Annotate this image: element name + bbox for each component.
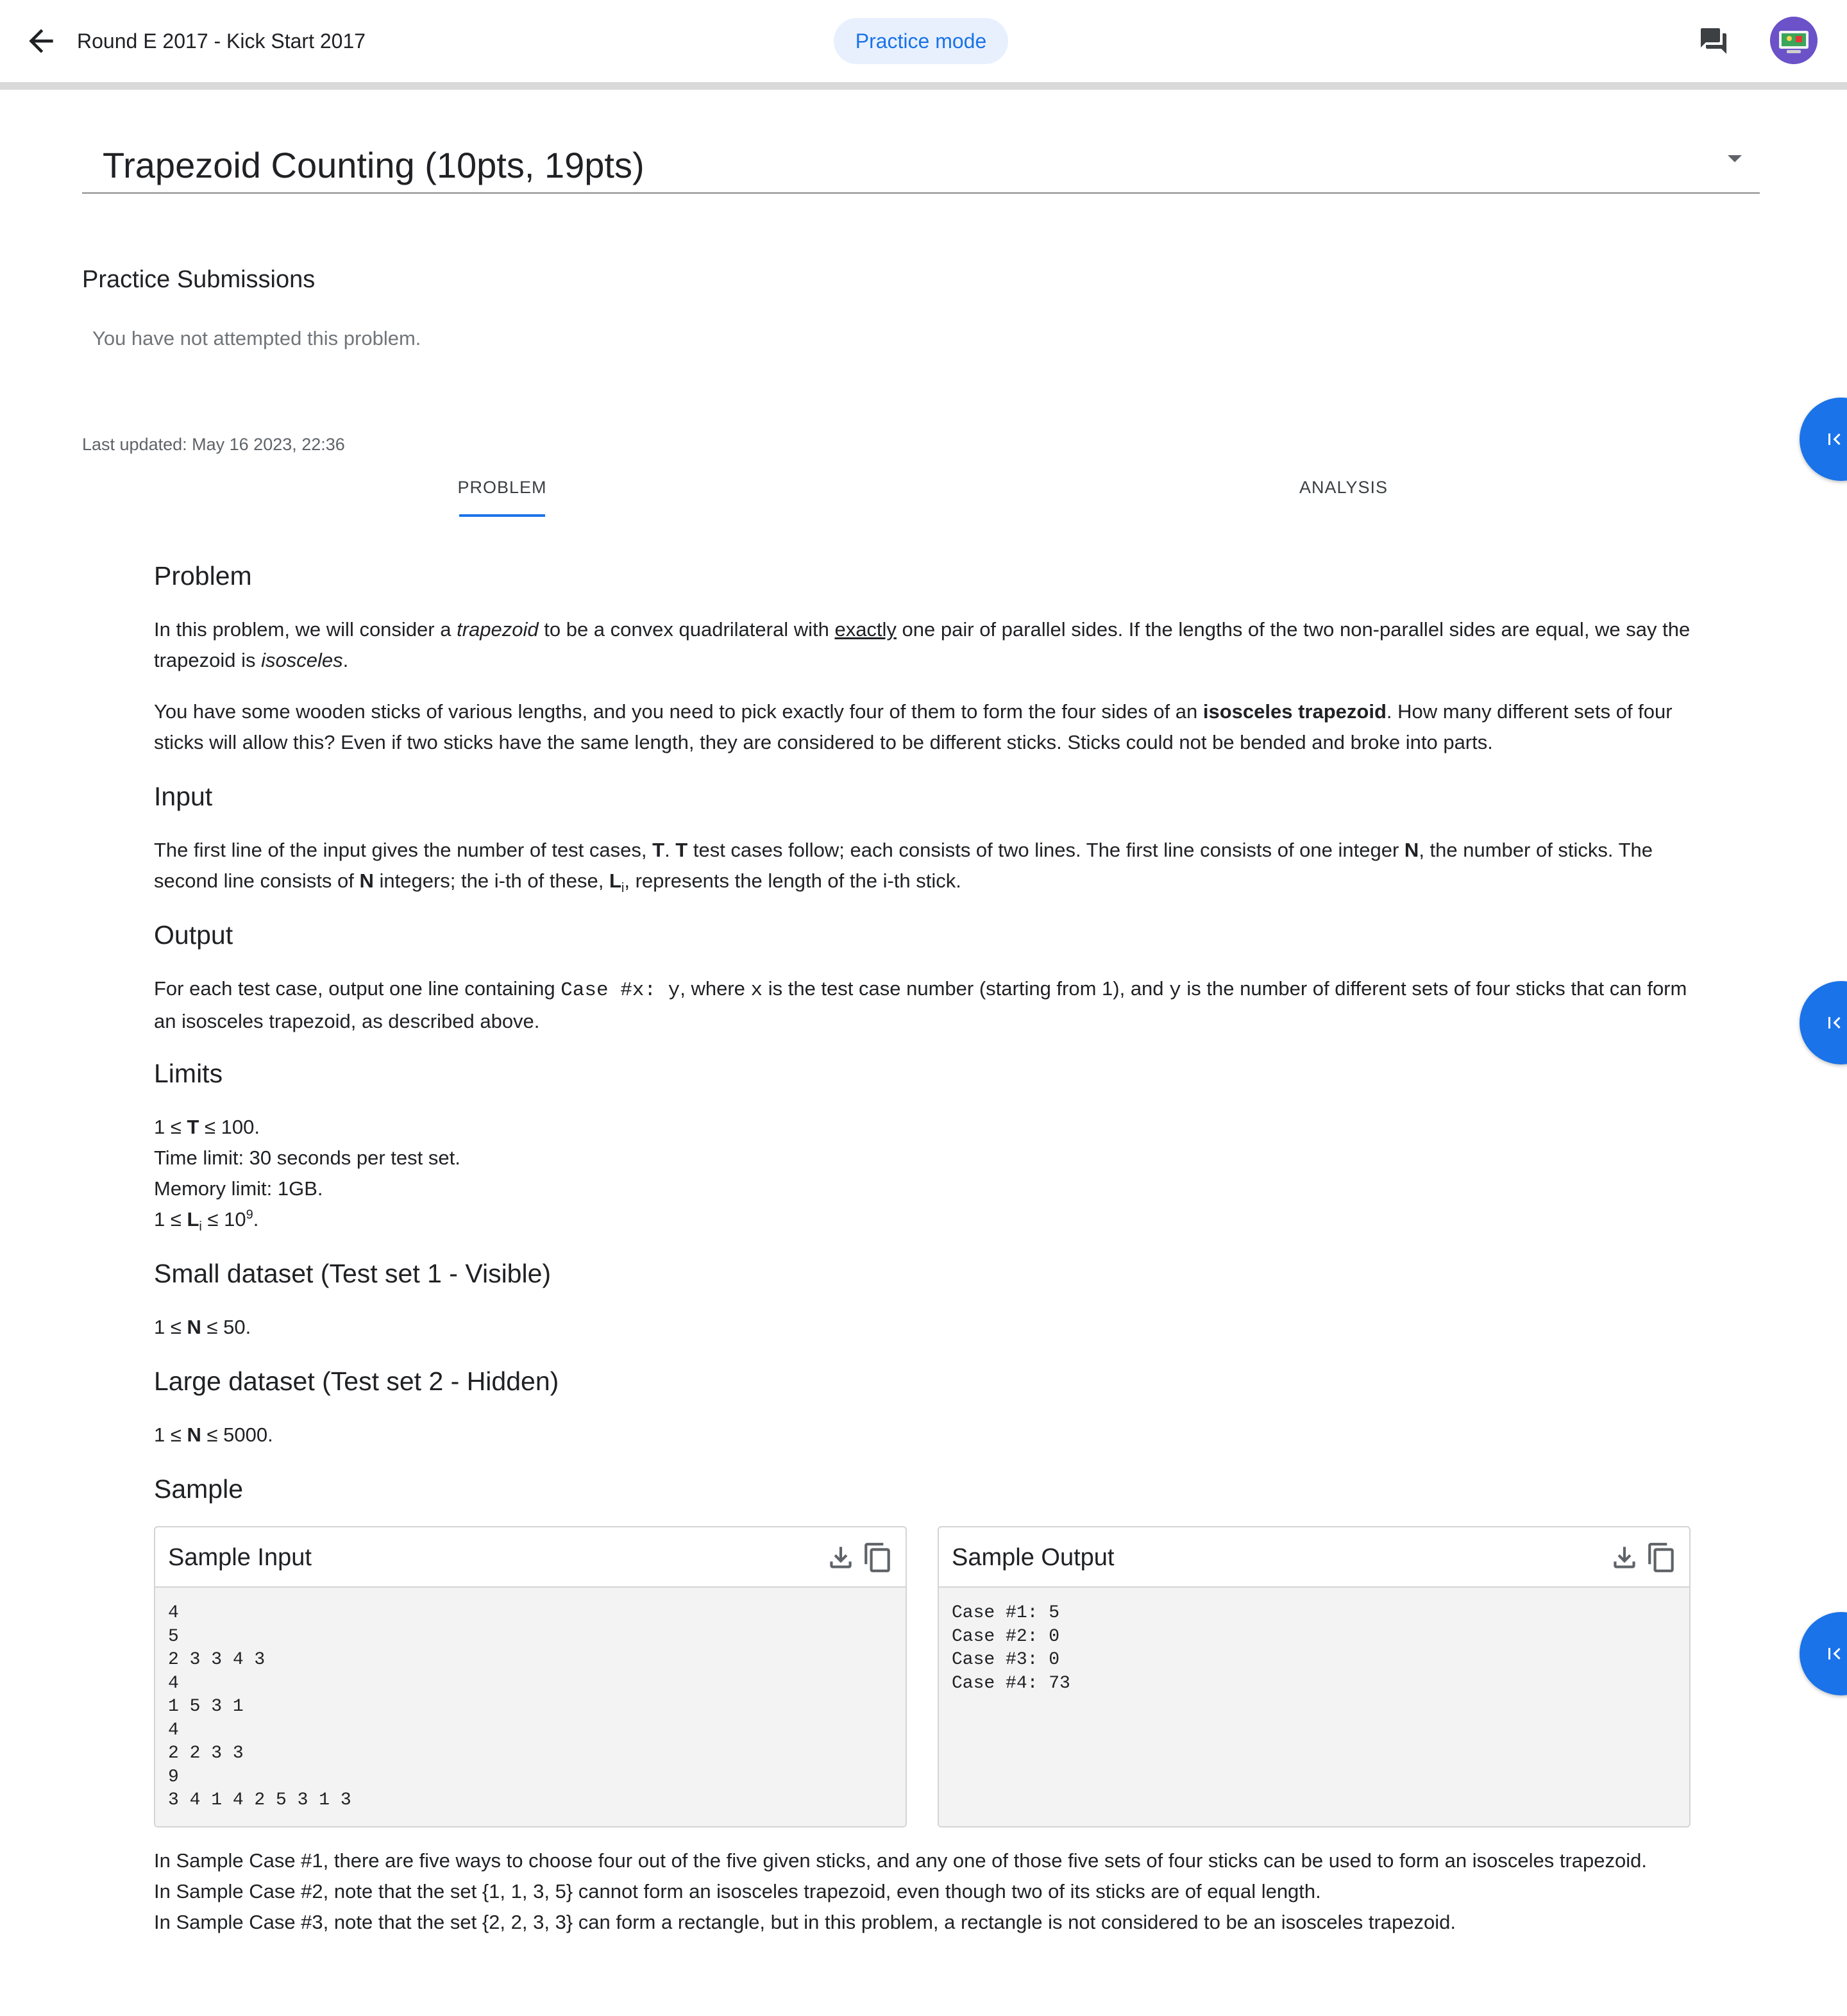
limit-memory: Memory limit: 1GB. xyxy=(154,1177,323,1200)
sample-input-header: Sample Input xyxy=(155,1527,906,1588)
sample-output-header: Sample Output xyxy=(939,1527,1689,1588)
limits-heading: Limits xyxy=(154,1059,223,1088)
user-avatar[interactable] xyxy=(1770,17,1817,64)
download-input-button[interactable] xyxy=(825,1541,857,1574)
limit-t: 1 ≤ T ≤ 100. xyxy=(154,1116,260,1138)
copy-output-button[interactable] xyxy=(1646,1541,1678,1574)
sample-input-box: Sample Input 4 5 2 3 3 4 3 4 1 5 3 1 4 2… xyxy=(154,1526,907,1827)
problem-paragraph-1: In this problem, we will consider a trap… xyxy=(154,618,1691,671)
download-output-button[interactable] xyxy=(1608,1541,1640,1574)
large-dataset-limit: 1 ≤ N ≤ 5000. xyxy=(154,1424,273,1446)
side-panel-button-3[interactable] xyxy=(1800,1612,1847,1695)
problem-selector[interactable]: Trapezoid Counting (10pts, 19pts) xyxy=(103,142,645,189)
sample-input-text: 4 5 2 3 3 4 3 4 1 5 3 1 4 2 2 3 3 9 3 4 … xyxy=(168,1603,351,1810)
problem-heading: Problem xyxy=(154,561,252,591)
sample-output-box: Sample Output Case #1: 5 Case #2: 0 Case… xyxy=(938,1526,1691,1827)
submissions-empty-text: You have not attempted this problem. xyxy=(92,327,421,349)
download-icon xyxy=(1614,1547,1635,1568)
sample-explanations: In Sample Case #1, there are five ways t… xyxy=(154,1845,1693,1938)
problem-paragraph-2: You have some wooden sticks of various l… xyxy=(154,700,1673,753)
output-paragraph: For each test case, output one line cont… xyxy=(154,977,1687,1032)
side-panel-button-1[interactable] xyxy=(1800,398,1847,481)
sample-output-text: Case #1: 5 Case #2: 0 Case #3: 0 Case #4… xyxy=(952,1603,1070,1693)
large-dataset-heading: Large dataset (Test set 2 - Hidden) xyxy=(154,1366,559,1396)
first-page-icon xyxy=(1828,1017,1841,1029)
limits-block: 1 ≤ T ≤ 100. Time limit: 30 seconds per … xyxy=(154,1112,1693,1235)
sample-heading: Sample xyxy=(154,1474,244,1504)
explanation-case-1: In Sample Case #1, there are five ways t… xyxy=(154,1849,1647,1872)
copy-icon xyxy=(1648,1543,1674,1572)
copy-icon xyxy=(864,1543,890,1572)
input-paragraph: The first line of the input gives the nu… xyxy=(154,839,1653,896)
tab-analysis[interactable]: ANALYSIS xyxy=(1283,475,1404,500)
user-avatar-icon xyxy=(1770,17,1817,64)
forum-icon xyxy=(1701,28,1726,54)
top-bar-divider xyxy=(0,82,1847,90)
limit-l: 1 ≤ Li ≤ 109. xyxy=(154,1207,259,1234)
first-page-icon xyxy=(1828,1648,1841,1659)
sample-output-title: Sample Output xyxy=(952,1544,1115,1571)
practice-submissions-heading: Practice Submissions xyxy=(82,266,316,293)
chat-button[interactable] xyxy=(1698,26,1729,56)
sample-input-content: 4 5 2 3 3 4 3 4 1 5 3 1 4 2 2 3 3 9 3 4 … xyxy=(155,1588,906,1826)
download-icon xyxy=(830,1547,852,1568)
copy-input-button[interactable] xyxy=(862,1541,894,1574)
small-dataset-limit: 1 ≤ N ≤ 50. xyxy=(154,1316,251,1338)
side-panel-button-2[interactable] xyxy=(1800,981,1847,1064)
dropdown-arrow-icon[interactable] xyxy=(1728,155,1742,162)
small-dataset-heading: Small dataset (Test set 1 - Visible) xyxy=(154,1259,552,1288)
last-updated-text: Last updated: May 16 2023, 22:36 xyxy=(82,435,345,454)
active-tab-indicator xyxy=(459,514,545,517)
explanation-case-3: In Sample Case #3, note that the set {2,… xyxy=(154,1911,1456,1933)
selector-underline xyxy=(82,192,1760,194)
round-title: Round E 2017 - Kick Start 2017 xyxy=(77,29,366,53)
arrow-back-icon xyxy=(29,29,53,53)
back-button[interactable] xyxy=(23,23,59,59)
explanation-case-2: In Sample Case #2, note that the set {1,… xyxy=(154,1880,1321,1903)
limit-time: Time limit: 30 seconds per test set. xyxy=(154,1147,460,1169)
first-page-icon xyxy=(1828,433,1841,445)
sample-output-content: Case #1: 5 Case #2: 0 Case #3: 0 Case #4… xyxy=(939,1588,1689,1826)
sample-input-title: Sample Input xyxy=(168,1544,312,1571)
output-heading: Output xyxy=(154,920,233,950)
practice-mode-chip[interactable]: Practice mode xyxy=(834,18,1008,64)
input-heading: Input xyxy=(154,782,213,811)
tab-problem[interactable]: PROBLEM xyxy=(449,475,555,500)
